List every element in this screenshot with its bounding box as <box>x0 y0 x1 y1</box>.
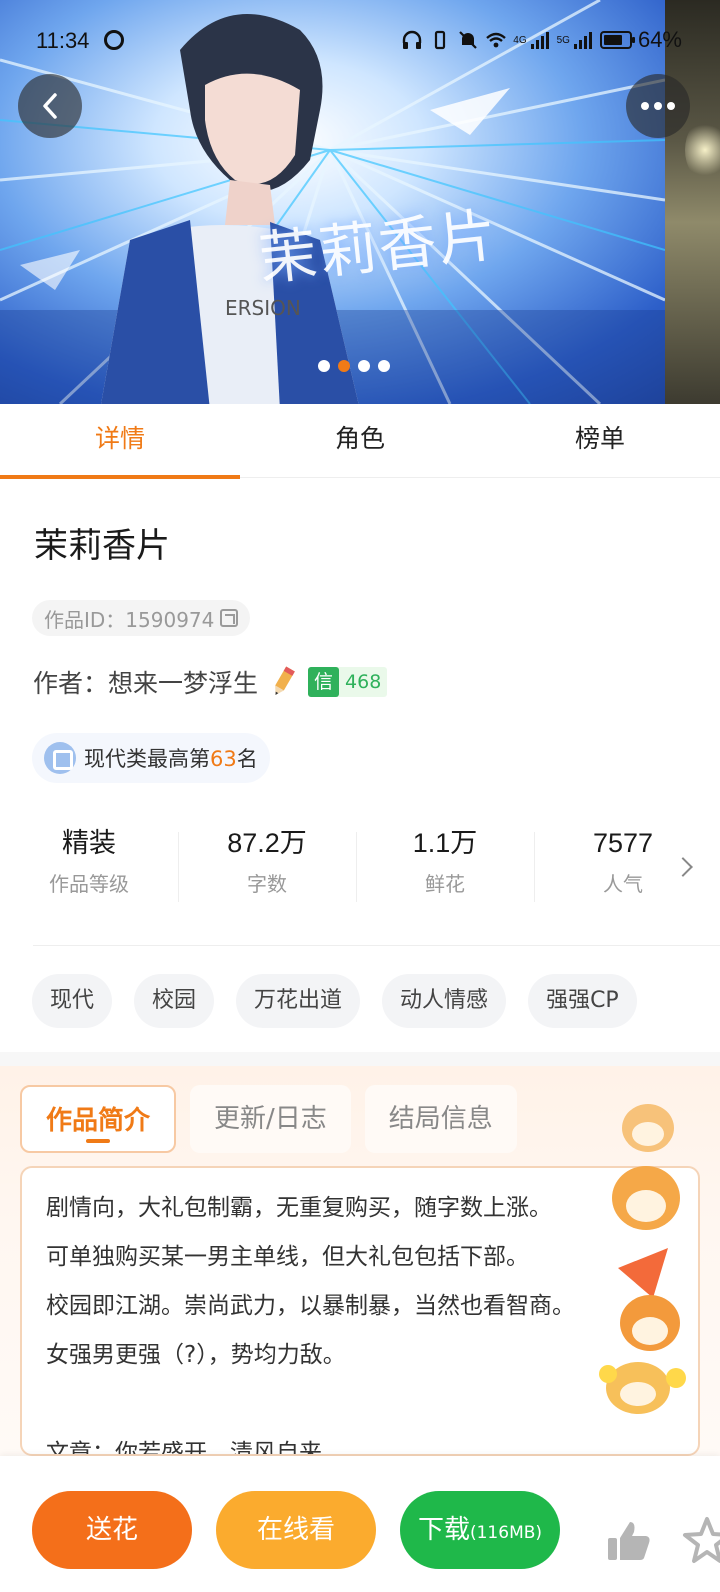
tab-rankings[interactable]: 榜单 <box>480 404 720 477</box>
synopsis-line: 校园即江湖。崇尚武力，以暴制暴，当然也看智商。 <box>46 1293 575 1319</box>
tag-chip[interactable]: 动人情感 <box>382 974 507 1028</box>
hamster-mascot-sticker[interactable] <box>598 1088 698 1418</box>
carousel-dot-active[interactable] <box>338 360 350 372</box>
pencil-icon <box>275 666 295 695</box>
rank-chip[interactable]: 现代类最高第63名 <box>32 733 270 783</box>
signal-5g-label: 5G <box>556 34 570 46</box>
download-size: (116MB) <box>469 1523 543 1543</box>
more-button[interactable] <box>626 74 690 138</box>
synopsis-line: 剧情向，大礼包制霸，无重复购买，随字数上涨。 <box>46 1195 552 1221</box>
tab-update-log[interactable]: 更新/日志 <box>190 1085 351 1153</box>
stat-grade: 精装 作品等级 <box>0 818 178 900</box>
rank-text: 现代类最高第63名 <box>84 743 258 773</box>
stat-label: 字数 <box>247 872 287 896</box>
carousel-dot[interactable] <box>318 360 330 372</box>
section-gap <box>0 1052 720 1066</box>
battery-percent: 64% <box>637 27 682 52</box>
author-name[interactable]: 作者：想来一梦浮生 <box>33 664 258 700</box>
trust-count: 468 <box>345 671 382 693</box>
stat-label: 作品等级 <box>49 872 129 896</box>
trust-badge: 信 468 <box>308 667 388 697</box>
copy-icon[interactable] <box>220 609 239 627</box>
rank-icon <box>44 742 76 774</box>
synopsis-line: 女强男更强（?），势均力敌。 <box>46 1342 346 1368</box>
battery-icon <box>599 31 635 49</box>
rank-suffix: 名 <box>236 747 258 771</box>
tab-synopsis[interactable]: 作品简介 <box>20 1085 177 1153</box>
send-flower-button[interactable]: 送花 <box>32 1491 192 1569</box>
chevron-left-icon <box>43 93 57 119</box>
status-time: 11:34 <box>36 28 90 53</box>
stat-word-count: 87.2万 字数 <box>178 818 356 900</box>
wifi-icon <box>486 32 507 48</box>
carousel-indicator <box>318 360 390 372</box>
stat-flowers: 1.1万 鲜花 <box>356 818 534 900</box>
trust-label: 信 <box>308 667 340 697</box>
synopsis-line: 可单独购买某一男主单线，但大礼包包括下部。 <box>46 1244 529 1270</box>
stats-row[interactable]: 精装 作品等级 87.2万 字数 1.1万 鲜花 7577 人气 <box>0 818 720 928</box>
vibrate-icon <box>435 30 446 50</box>
tab-characters[interactable]: 角色 <box>240 404 480 477</box>
status-bar: 11:34 4G 5G 64% <box>0 0 720 80</box>
download-label: 下载 <box>417 1515 470 1545</box>
rank-prefix: 现代类最高第 <box>84 747 210 771</box>
author-row: 作者：想来一梦浮生 信 468 <box>33 664 388 700</box>
tag-list: 现代 校园 万花出道 动人情感 强强CP <box>32 974 637 1028</box>
tag-chip[interactable]: 校园 <box>134 974 215 1028</box>
thumbs-up-icon[interactable] <box>606 1518 652 1564</box>
work-id-text: 作品ID：1590974 <box>44 607 215 632</box>
svg-text:ERSION: ERSION <box>225 296 301 320</box>
tag-chip[interactable]: 万花出道 <box>236 974 361 1028</box>
mute-icon <box>459 31 478 49</box>
main-tabs: 详情 角色 榜单 <box>0 404 720 479</box>
status-icons: 4G 5G 64% <box>401 27 682 53</box>
carousel-dot[interactable] <box>358 360 370 372</box>
more-dots-icon <box>641 102 675 110</box>
intro-tabs: 作品简介 更新/日志 结局信息 <box>20 1085 517 1153</box>
work-id-chip[interactable]: 作品ID：1590974 <box>32 600 251 636</box>
signal-icon <box>530 32 549 49</box>
back-button[interactable] <box>18 74 82 138</box>
stat-value: 87.2万 <box>227 828 307 858</box>
carousel-dot[interactable] <box>378 360 390 372</box>
download-button[interactable]: 下载(116MB) <box>400 1491 560 1569</box>
tag-chip[interactable]: 强强CP <box>528 974 637 1028</box>
signal-icon-2 <box>573 32 592 49</box>
signal-4g-label: 4G <box>513 34 527 46</box>
rank-number: 63 <box>210 747 237 771</box>
synopsis-line: 文章：你若盛开，清风自来 <box>46 1440 322 1456</box>
stat-value: 精装 <box>62 828 116 858</box>
tab-details[interactable]: 详情 <box>0 404 240 479</box>
divider <box>33 945 720 946</box>
work-title: 茉莉香片 <box>34 526 170 566</box>
read-online-button[interactable]: 在线看 <box>216 1491 376 1569</box>
tag-chip[interactable]: 现代 <box>32 974 113 1028</box>
stat-label: 鲜花 <box>425 872 465 896</box>
headphones-icon <box>403 30 422 49</box>
cover-banner[interactable]: ERSION 茉莉香片 11:34 4G 5G 64% <box>0 0 720 404</box>
stat-value: 1.1万 <box>412 828 478 858</box>
star-icon[interactable] <box>682 1516 720 1566</box>
synopsis-line <box>46 1380 674 1429</box>
alarm-icon <box>104 30 124 50</box>
tab-ending-info[interactable]: 结局信息 <box>364 1085 517 1153</box>
